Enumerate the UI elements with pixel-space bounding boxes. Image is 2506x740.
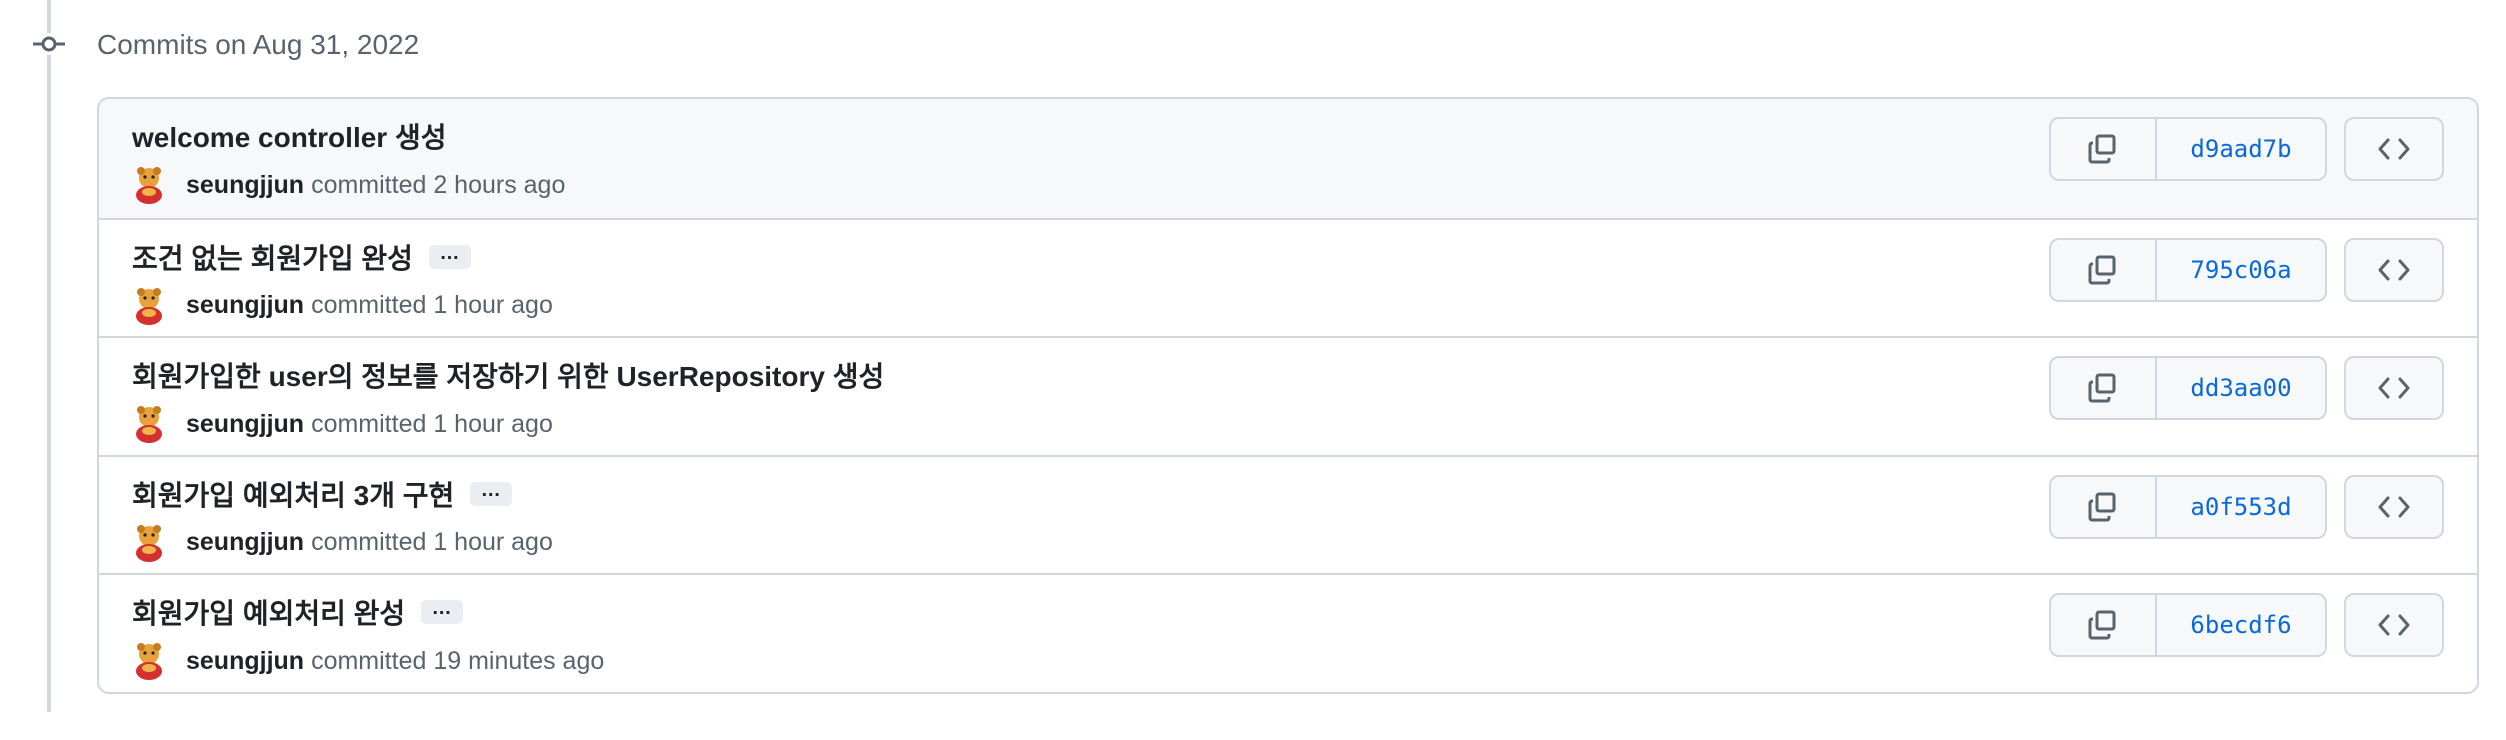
- expand-description-button[interactable]: …: [470, 480, 513, 506]
- commit-time-text: committed 2 hours ago: [311, 170, 566, 199]
- commit-title-link[interactable]: welcome controller 생성: [132, 116, 447, 156]
- commit-author-link[interactable]: seungjjun: [186, 647, 304, 676]
- commit-list: welcome controller 생성 seungjjun committe…: [97, 97, 2479, 694]
- commit-row: welcome controller 생성 seungjjun committe…: [99, 99, 2477, 218]
- commit-title-wrap: welcome controller 생성: [132, 116, 447, 156]
- commit-actions: d9aad7b: [2049, 117, 2444, 181]
- commit-row: 회원가입 예외처리 완성 … seungjjun committed 19 mi…: [99, 573, 2477, 692]
- avatar[interactable]: [132, 524, 166, 562]
- commit-sha-link[interactable]: dd3aa00: [2157, 356, 2327, 420]
- commit-meta: seungjjun committed 1 hour ago: [132, 284, 553, 328]
- code-icon: [2378, 614, 2410, 636]
- commit-sha-link[interactable]: 6becdf6: [2157, 593, 2327, 657]
- code-icon: [2378, 138, 2410, 160]
- copy-sha-button[interactable]: [2049, 356, 2157, 420]
- commit-group-date: Commits on Aug 31, 2022: [97, 29, 420, 60]
- code-icon: [2378, 259, 2410, 280]
- commit-time-text: committed 1 hour ago: [311, 409, 553, 438]
- commit-title-wrap: 회원가입 예외처리 완성 …: [132, 592, 464, 632]
- copy-sha-button[interactable]: [2049, 237, 2157, 302]
- commit-author-link[interactable]: seungjjun: [186, 291, 304, 320]
- browse-files-button[interactable]: [2344, 356, 2444, 420]
- copy-sha-button[interactable]: [2049, 117, 2157, 181]
- commit-time-text: committed 1 hour ago: [311, 528, 553, 556]
- commit-title-link[interactable]: 조건 없는 회원가입 완성: [132, 237, 413, 277]
- commit-actions: 6becdf6: [2049, 593, 2444, 657]
- commit-row: 회원가입한 user의 정보를 저장하기 위한 UserRepository 생…: [99, 336, 2477, 455]
- copy-icon: [2088, 134, 2116, 164]
- commit-row: 조건 없는 회원가입 완성 … seungjjun committed 1 ho…: [99, 217, 2477, 337]
- commit-meta: seungjjun committed 1 hour ago: [132, 402, 553, 446]
- commit-title-wrap: 회원가입 예외처리 3개 구현 …: [132, 474, 513, 514]
- timeline-line: [47, 0, 51, 712]
- browse-files-button[interactable]: [2344, 474, 2444, 539]
- commit-title-wrap: 회원가입한 user의 정보를 저장하기 위한 UserRepository 생…: [132, 355, 884, 395]
- expand-description-button[interactable]: …: [421, 598, 464, 624]
- browse-files-button[interactable]: [2344, 237, 2444, 302]
- avatar[interactable]: [132, 642, 166, 680]
- commit-title-link[interactable]: 회원가입 예외처리 3개 구현: [132, 474, 454, 514]
- commit-sha-link[interactable]: d9aad7b: [2157, 117, 2327, 181]
- expand-description-button[interactable]: …: [428, 243, 471, 269]
- code-icon: [2378, 496, 2410, 517]
- commit-actions: dd3aa00: [2049, 356, 2444, 420]
- commit-time-text: committed 1 hour ago: [311, 291, 553, 319]
- avatar[interactable]: [132, 405, 166, 443]
- copy-icon: [2088, 255, 2116, 284]
- git-commit-icon: [33, 33, 65, 55]
- commit-meta: seungjjun committed 1 hour ago: [132, 521, 553, 565]
- code-icon: [2378, 377, 2410, 399]
- commit-author-link[interactable]: seungjjun: [186, 171, 304, 200]
- commit-title-wrap: 조건 없는 회원가입 완성 …: [132, 237, 471, 277]
- commit-author-link[interactable]: seungjjun: [186, 410, 304, 439]
- copy-sha-button[interactable]: [2049, 474, 2157, 539]
- commit-title-link[interactable]: 회원가입 예외처리 완성: [132, 592, 405, 632]
- commit-sha-link[interactable]: 795c06a: [2157, 237, 2327, 302]
- browse-files-button[interactable]: [2344, 593, 2444, 657]
- avatar[interactable]: [132, 287, 166, 325]
- copy-sha-button[interactable]: [2049, 593, 2157, 657]
- commit-title-link[interactable]: 회원가입한 user의 정보를 저장하기 위한 UserRepository 생…: [132, 355, 884, 395]
- commit-meta: seungjjun committed 19 minutes ago: [132, 639, 604, 683]
- browse-files-button[interactable]: [2344, 117, 2444, 181]
- commit-row: 회원가입 예외처리 3개 구현 … seungjjun committed 1 …: [99, 454, 2477, 574]
- commit-actions: 795c06a: [2049, 237, 2444, 302]
- avatar[interactable]: [132, 166, 166, 204]
- copy-icon: [2088, 492, 2116, 521]
- commit-time-text: committed 19 minutes ago: [311, 646, 605, 675]
- commit-author-link[interactable]: seungjjun: [186, 528, 304, 557]
- copy-icon: [2088, 610, 2116, 640]
- commit-actions: a0f553d: [2049, 474, 2444, 539]
- commit-meta: seungjjun committed 2 hours ago: [132, 163, 565, 207]
- copy-icon: [2088, 373, 2116, 403]
- commit-sha-link[interactable]: a0f553d: [2157, 474, 2327, 539]
